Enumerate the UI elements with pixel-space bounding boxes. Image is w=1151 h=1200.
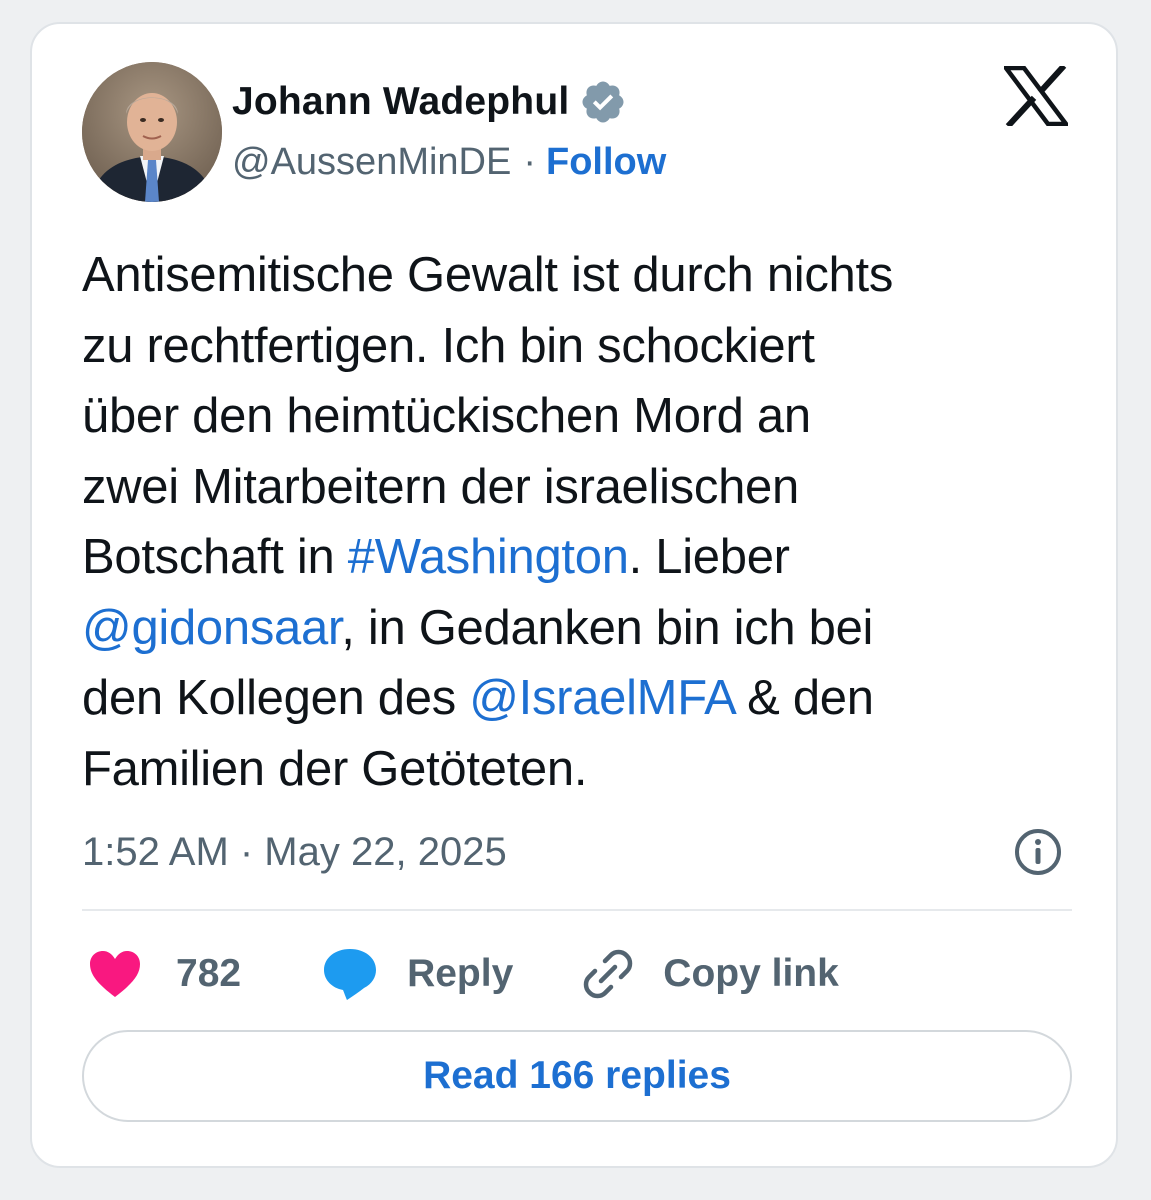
tweet-card: Johann Wadephul @AussenMinDE · Follow An…: [30, 22, 1118, 1168]
tweet-text-segment: & den: [733, 671, 874, 725]
avatar-photo: [82, 62, 222, 202]
divider: [82, 909, 1072, 911]
link-chain-icon: [584, 949, 633, 999]
avatar[interactable]: [82, 62, 222, 202]
tweet-timestamp[interactable]: 1:52 AM · May 22, 2025: [82, 824, 507, 880]
tweet-text-line: zwei Mitarbeitern der israelischen: [82, 452, 1082, 523]
tweet-text-line: zu rechtfertigen. Ich bin schockiert: [82, 311, 1082, 382]
tweet-text-segment: Botschaft in: [82, 530, 348, 584]
tweet-text-line: Familien der Getöteten.: [82, 734, 1082, 805]
like-button[interactable]: 782: [82, 949, 241, 999]
action-bar: 782 Reply Copy link: [82, 942, 839, 1006]
follow-button[interactable]: Follow: [546, 141, 666, 184]
tweet-text-segment: den Kollegen des: [82, 671, 470, 725]
read-replies-button[interactable]: Read 166 replies: [82, 1030, 1072, 1122]
tweet-text-segment: Antisemitische Gewalt ist durch nichts: [82, 248, 894, 302]
like-count: 782: [176, 952, 242, 995]
author-handle-row: @AussenMinDE · Follow: [232, 136, 666, 188]
author-handle[interactable]: @AussenMinDE: [232, 141, 511, 184]
hashtag-link[interactable]: #Washington: [348, 530, 629, 584]
tweet-text-line: Botschaft in #Washington. Lieber: [82, 522, 1082, 593]
tweet-text-segment: , in Gedanken bin ich bei: [341, 600, 874, 655]
tweet-text-segment: zwei Mitarbeitern der israelischen: [82, 459, 799, 514]
mention-link[interactable]: @IsraelMFA: [469, 671, 734, 725]
mention-link[interactable]: @gidonsaar: [82, 601, 342, 655]
tweet-text-segment: Familien der Getöteten.: [82, 741, 588, 796]
reply-button[interactable]: Reply: [241, 946, 513, 1002]
x-logo-icon[interactable]: [1004, 66, 1068, 126]
tweet-text-line: Antisemitische Gewalt ist durch nichts: [82, 240, 1082, 311]
speech-bubble-icon: [324, 949, 377, 1000]
tweet-text-line: über den heimtückischen Mord an: [82, 381, 1082, 452]
heart-icon: [90, 951, 140, 997]
tweet-text-line: @gidonsaar, in Gedanken bin ich bei: [82, 593, 1082, 664]
tweet-text: Antisemitische Gewalt ist durch nichts zu…: [82, 240, 1082, 804]
copy-link-label: Copy link: [663, 952, 839, 995]
author-name[interactable]: Johann Wadephul: [232, 80, 569, 124]
verified-badge-icon: [582, 81, 624, 123]
info-icon[interactable]: [1012, 826, 1064, 878]
tweet-text-segment: zu rechtfertigen. Ich bin schockiert: [82, 318, 815, 373]
reply-label: Reply: [407, 952, 514, 995]
copy-link-button[interactable]: Copy link: [513, 947, 839, 1001]
tweet-text-line: den Kollegen des @IsraelMFA & den: [82, 663, 1082, 734]
author-name-row: Johann Wadephul: [232, 76, 627, 128]
tweet-text-segment: . Lieber: [628, 530, 790, 584]
separator-dot: ·: [523, 140, 536, 183]
tweet-text-segment: über den heimtückischen Mord an: [82, 389, 811, 443]
